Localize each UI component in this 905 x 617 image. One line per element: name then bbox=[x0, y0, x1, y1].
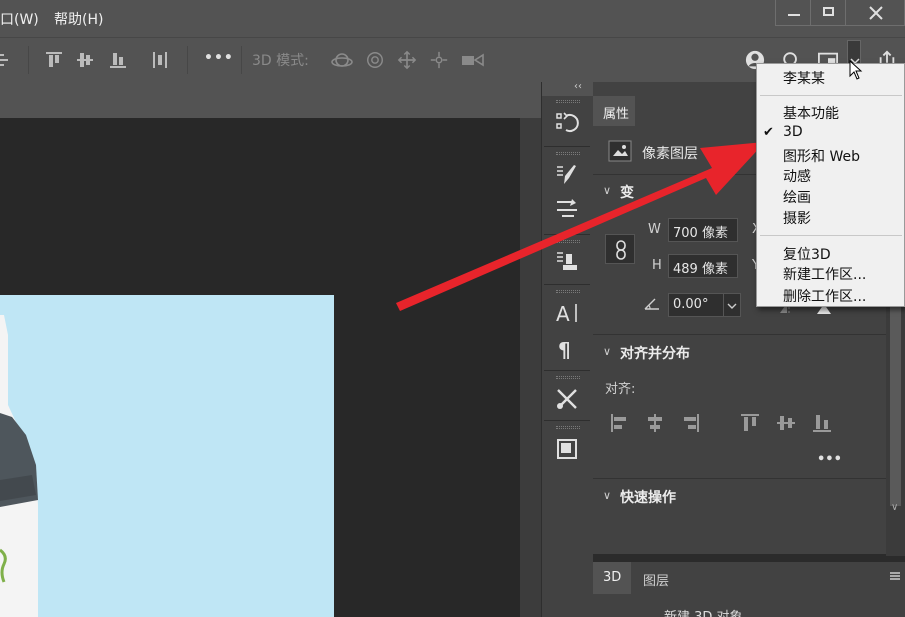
workspace-3d[interactable]: 3D bbox=[783, 124, 803, 140]
new-workspace[interactable]: 新建工作区... bbox=[783, 264, 866, 284]
workspace-photography[interactable]: 摄影 bbox=[783, 208, 811, 228]
workspace-graphics-web[interactable]: 图形和 Web bbox=[783, 146, 860, 166]
checkmark-icon: ✔ bbox=[763, 125, 774, 140]
workspace-user[interactable]: 李某某 bbox=[783, 68, 825, 88]
workspace-painting[interactable]: 绘画 bbox=[783, 187, 811, 207]
workspace-essentials[interactable]: 基本功能 bbox=[783, 103, 839, 123]
workspace-menu: 李某某 基本功能 ✔ 3D 图形和 Web 动感 绘画 摄影 复位3D 新建工作… bbox=[756, 63, 905, 307]
workspace-motion[interactable]: 动感 bbox=[783, 166, 811, 186]
mouse-cursor-icon bbox=[849, 60, 863, 80]
reset-3d-workspace[interactable]: 复位3D bbox=[783, 244, 831, 264]
delete-workspace[interactable]: 删除工作区... bbox=[783, 286, 866, 306]
